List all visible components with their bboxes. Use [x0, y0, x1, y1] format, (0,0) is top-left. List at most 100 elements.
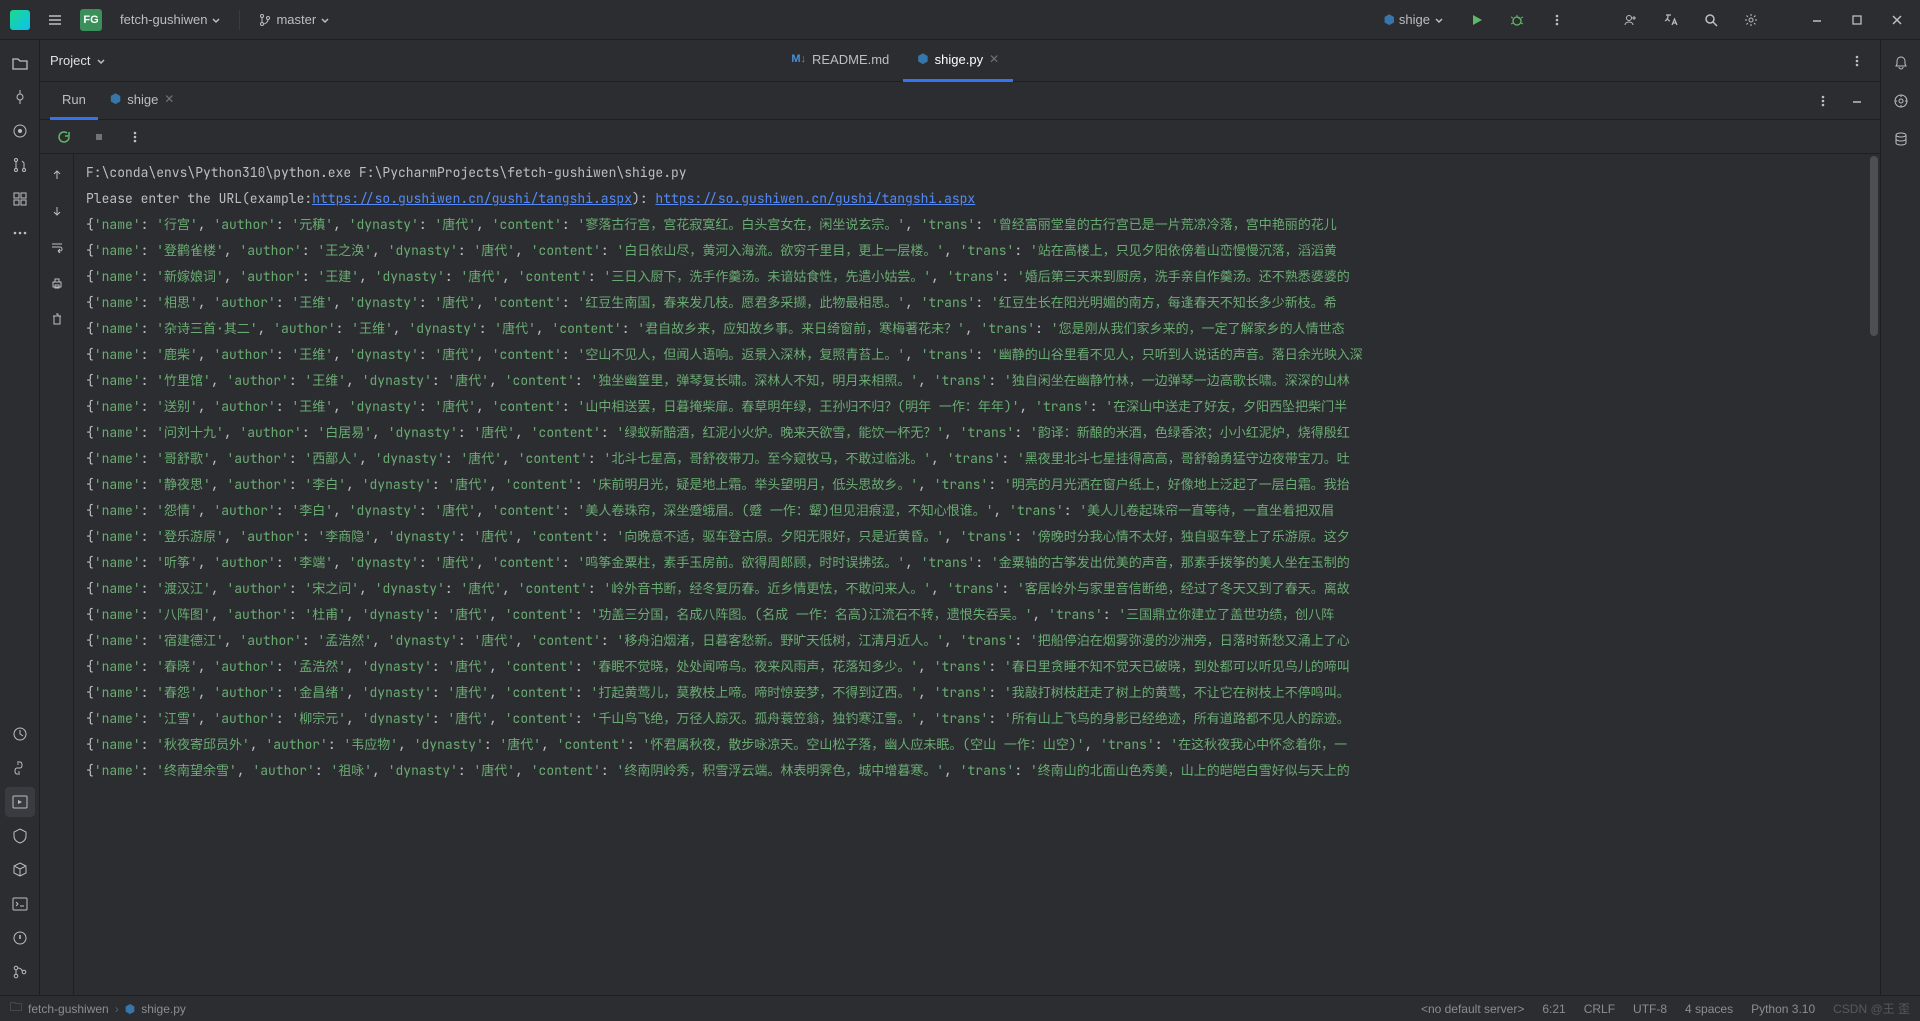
- project-dropdown[interactable]: fetch-gushiwen: [114, 8, 227, 31]
- main-menu-icon[interactable]: [42, 7, 68, 33]
- search-icon[interactable]: [1698, 7, 1724, 33]
- more-tools-icon[interactable]: [5, 218, 35, 248]
- entered-url-link[interactable]: https://so.gushiwen.cn/gushi/tangshi.asp…: [655, 190, 975, 207]
- chevron-down-icon: [96, 56, 106, 66]
- chevron-down-icon: [1434, 15, 1444, 25]
- status-cursor-position[interactable]: 6:21: [1542, 1002, 1565, 1016]
- run-config-name: shige: [1399, 12, 1430, 27]
- tab-readme[interactable]: M↓ README.md: [777, 40, 903, 82]
- app-logo: [10, 10, 30, 30]
- services-tool-icon[interactable]: [5, 821, 35, 851]
- branch-name: master: [276, 12, 316, 27]
- chevron-down-icon: [320, 15, 330, 25]
- scroll-to-bottom-icon[interactable]: [42, 196, 72, 226]
- minimize-window-button[interactable]: [1804, 7, 1830, 33]
- console-line: {'name': '登乐游原', 'author': '李商隐', 'dynas…: [86, 524, 1856, 550]
- settings-icon[interactable]: [1738, 7, 1764, 33]
- maximize-window-button[interactable]: [1844, 7, 1870, 33]
- console-line: {'name': '问刘十九', 'author': '白居易', 'dynas…: [86, 420, 1856, 446]
- markdown-icon: M↓: [791, 53, 806, 65]
- more-actions-button[interactable]: [1544, 7, 1570, 33]
- version-control-tool-icon[interactable]: [5, 957, 35, 987]
- python-console-icon[interactable]: [5, 753, 35, 783]
- console-line: {'name': '宿建德江', 'author': '孟浩然', 'dynas…: [86, 628, 1856, 654]
- status-indent[interactable]: 4 spaces: [1685, 1002, 1733, 1016]
- vertical-scrollbar[interactable]: [1868, 154, 1880, 995]
- pull-requests-icon[interactable]: [5, 150, 35, 180]
- hide-panel-icon[interactable]: [1844, 88, 1870, 114]
- python-icon: ⬢: [1384, 12, 1395, 28]
- stop-button[interactable]: [86, 124, 112, 150]
- run-panel-tabs: Run ⬢ shige ✕: [40, 82, 1880, 120]
- rerun-button[interactable]: [50, 124, 76, 150]
- project-view-dropdown[interactable]: Project: [50, 53, 106, 68]
- run-tab[interactable]: Run: [50, 82, 98, 120]
- profiler-tool-icon[interactable]: [5, 719, 35, 749]
- tab-label: README.md: [812, 52, 889, 67]
- statusbar: 🗀 fetch-gushiwen › ⬢ shige.py <no defaul…: [0, 995, 1920, 1021]
- console-line: {'name': '新嫁娘词', 'author': '王建', 'dynast…: [86, 264, 1856, 290]
- console-options-icon[interactable]: [122, 124, 148, 150]
- right-tool-rail: [1880, 40, 1920, 995]
- debug-button[interactable]: [1504, 7, 1530, 33]
- print-icon[interactable]: [42, 268, 72, 298]
- scroll-to-top-icon[interactable]: [42, 160, 72, 190]
- console-line: {'name': '江雪', 'author': '柳宗元', 'dynasty…: [86, 706, 1856, 732]
- python-packages-icon[interactable]: [5, 855, 35, 885]
- console-line: {'name': '怨情', 'author': '李白', 'dynasty'…: [86, 498, 1856, 524]
- run-tab-label: Run: [62, 92, 86, 107]
- bookmarks-tool-icon[interactable]: [5, 116, 35, 146]
- console-line: {'name': '渡汉江', 'author': '宋之问', 'dynast…: [86, 576, 1856, 602]
- console-line: {'name': '八阵图', 'author': '杜甫', 'dynasty…: [86, 602, 1856, 628]
- ai-assistant-icon[interactable]: [1886, 86, 1916, 116]
- scrollbar-thumb[interactable]: [1870, 156, 1878, 336]
- editor-options-icon[interactable]: [1844, 48, 1870, 74]
- code-with-me-icon[interactable]: [1618, 7, 1644, 33]
- console-line: {'name': '秋夜寄邱员外', 'author': '韦应物', 'dyn…: [86, 732, 1856, 758]
- run-config-tab[interactable]: ⬢ shige ✕: [98, 82, 187, 120]
- close-window-button[interactable]: [1884, 7, 1910, 33]
- close-tab-icon[interactable]: ✕: [989, 52, 999, 66]
- project-name: fetch-gushiwen: [120, 12, 207, 27]
- problems-tool-icon[interactable]: [5, 923, 35, 953]
- console-gutter: [40, 154, 74, 995]
- breadcrumb-file[interactable]: shige.py: [141, 1002, 186, 1016]
- console-line: {'name': '竹里馆', 'author': '王维', 'dynasty…: [86, 368, 1856, 394]
- watermark: CSDN @王 歪: [1833, 1000, 1910, 1017]
- commit-tool-icon[interactable]: [5, 82, 35, 112]
- status-server[interactable]: <no default server>: [1421, 1002, 1524, 1016]
- breadcrumb-folder[interactable]: fetch-gushiwen: [28, 1002, 109, 1016]
- branch-dropdown[interactable]: master: [252, 8, 336, 31]
- console-line: {'name': '送别', 'author': '王维', 'dynasty'…: [86, 394, 1856, 420]
- console-line: {'name': '春晓', 'author': '孟浩然', 'dynasty…: [86, 654, 1856, 680]
- run-controls-bar: [40, 120, 1880, 154]
- chevron-right-icon: ›: [115, 1002, 119, 1016]
- translate-icon[interactable]: [1658, 7, 1684, 33]
- clear-all-icon[interactable]: [42, 304, 72, 334]
- console-line: {'name': '登鹳雀楼', 'author': '王之涣', 'dynas…: [86, 238, 1856, 264]
- tab-shige[interactable]: ⬢ shige.py ✕: [903, 40, 1013, 82]
- chevron-down-icon: [211, 15, 221, 25]
- status-line-endings[interactable]: CRLF: [1584, 1002, 1615, 1016]
- run-tool-icon[interactable]: [5, 787, 35, 817]
- console-line: {'name': '相思', 'author': '王维', 'dynasty'…: [86, 290, 1856, 316]
- console-line: {'name': '杂诗三首·其二', 'author': '王维', 'dyn…: [86, 316, 1856, 342]
- soft-wrap-icon[interactable]: [42, 232, 72, 262]
- run-panel-options-icon[interactable]: [1810, 88, 1836, 114]
- status-interpreter[interactable]: Python 3.10: [1751, 1002, 1815, 1016]
- terminal-tool-icon[interactable]: [5, 889, 35, 919]
- status-encoding[interactable]: UTF-8: [1633, 1002, 1667, 1016]
- example-url-link[interactable]: https://so.gushiwen.cn/gushi/tangshi.asp…: [312, 190, 632, 207]
- python-icon: ⬢: [917, 51, 928, 67]
- structure-tool-icon[interactable]: [5, 184, 35, 214]
- close-icon[interactable]: ✕: [164, 92, 174, 106]
- project-badge: FG: [80, 9, 102, 31]
- run-config-dropdown[interactable]: ⬢ shige: [1378, 8, 1450, 32]
- run-button[interactable]: [1464, 7, 1490, 33]
- console-output[interactable]: F:\conda\envs\Python310\python.exe F:\Py…: [74, 154, 1868, 995]
- database-tool-icon[interactable]: [1886, 124, 1916, 154]
- project-tool-icon[interactable]: [5, 48, 35, 78]
- console-line: {'name': '鹿柴', 'author': '王维', 'dynasty'…: [86, 342, 1856, 368]
- notifications-tool-icon[interactable]: [1886, 48, 1916, 78]
- project-view-label: Project: [50, 53, 90, 68]
